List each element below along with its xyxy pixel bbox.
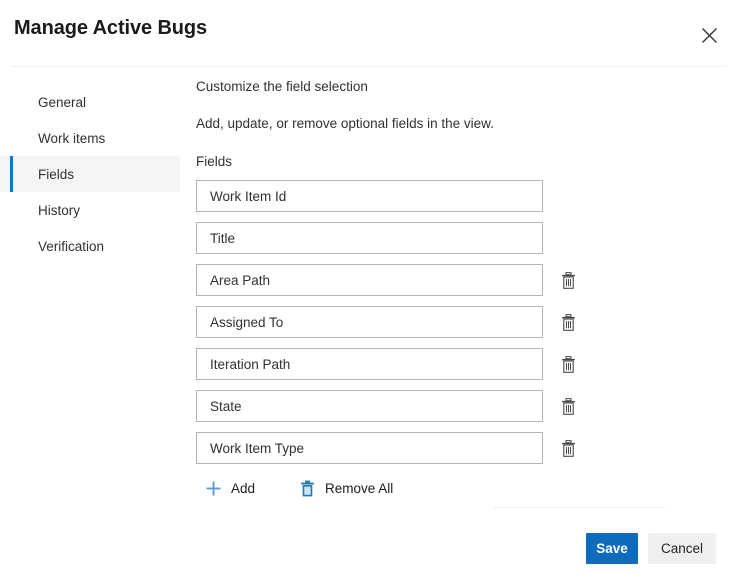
field-input[interactable] bbox=[196, 432, 543, 464]
plus-icon bbox=[203, 478, 223, 498]
add-field-button[interactable]: Add bbox=[201, 474, 257, 502]
field-input[interactable] bbox=[196, 264, 543, 296]
fields-list bbox=[196, 180, 596, 464]
sidebar-item-label: Fields bbox=[38, 166, 75, 182]
field-row bbox=[196, 264, 596, 296]
cancel-button[interactable]: Cancel bbox=[648, 533, 716, 564]
delete-placeholder bbox=[557, 185, 579, 207]
delete-placeholder bbox=[557, 227, 579, 249]
header-divider bbox=[11, 66, 726, 67]
main-panel: Customize the field selection Add, updat… bbox=[196, 78, 596, 502]
trash-icon bbox=[561, 313, 576, 331]
field-input[interactable] bbox=[196, 306, 543, 338]
sidebar-nav: General Work items Fields History Verificati… bbox=[0, 84, 180, 264]
sidebar-item-label: History bbox=[38, 202, 81, 218]
field-row bbox=[196, 348, 596, 380]
add-field-label: Add bbox=[231, 480, 256, 496]
sidebar-item-work-items[interactable]: Work items bbox=[0, 120, 180, 156]
trash-icon bbox=[297, 478, 317, 498]
delete-field-button[interactable] bbox=[557, 311, 579, 333]
sidebar-item-history[interactable]: History bbox=[0, 192, 180, 228]
delete-field-button[interactable] bbox=[557, 395, 579, 417]
field-input[interactable] bbox=[196, 390, 543, 422]
field-row bbox=[196, 306, 596, 338]
trash-icon bbox=[561, 355, 576, 373]
dialog-header: Manage Active Bugs bbox=[0, 0, 736, 66]
manage-active-bugs-dialog: Manage Active Bugs General Work items Fiel… bbox=[0, 0, 736, 574]
sidebar-item-verification[interactable]: Verification bbox=[0, 228, 180, 264]
field-input[interactable] bbox=[196, 222, 543, 254]
sidebar-item-fields[interactable]: Fields bbox=[0, 156, 180, 192]
section-subheading: Add, update, or remove optional fields i… bbox=[196, 116, 494, 131]
fields-label: Fields bbox=[196, 154, 233, 169]
field-row bbox=[196, 432, 596, 464]
trash-icon bbox=[561, 439, 576, 457]
trash-icon bbox=[561, 271, 576, 289]
field-row bbox=[196, 390, 596, 422]
footer-divider bbox=[493, 507, 665, 508]
save-button[interactable]: Save bbox=[586, 533, 638, 564]
sidebar-item-label: Verification bbox=[38, 238, 105, 254]
section-heading: Customize the field selection bbox=[196, 79, 368, 94]
remove-all-label: Remove All bbox=[325, 480, 394, 496]
dialog-footer: Save Cancel bbox=[0, 533, 736, 565]
sidebar-item-label: General bbox=[38, 94, 87, 110]
page-title: Manage Active Bugs bbox=[14, 17, 208, 39]
field-row bbox=[196, 222, 596, 254]
delete-field-button[interactable] bbox=[557, 269, 579, 291]
delete-field-button[interactable] bbox=[557, 353, 579, 375]
close-button[interactable] bbox=[694, 20, 724, 50]
trash-icon bbox=[561, 397, 576, 415]
sidebar-item-general[interactable]: General bbox=[0, 84, 180, 120]
field-row bbox=[196, 180, 596, 212]
field-input[interactable] bbox=[196, 180, 543, 212]
close-icon bbox=[701, 27, 718, 44]
field-actions: Add Remove All bbox=[196, 474, 596, 502]
remove-all-button[interactable]: Remove All bbox=[295, 474, 395, 502]
field-input[interactable] bbox=[196, 348, 543, 380]
sidebar-item-label: Work items bbox=[38, 130, 106, 146]
delete-field-button[interactable] bbox=[557, 437, 579, 459]
